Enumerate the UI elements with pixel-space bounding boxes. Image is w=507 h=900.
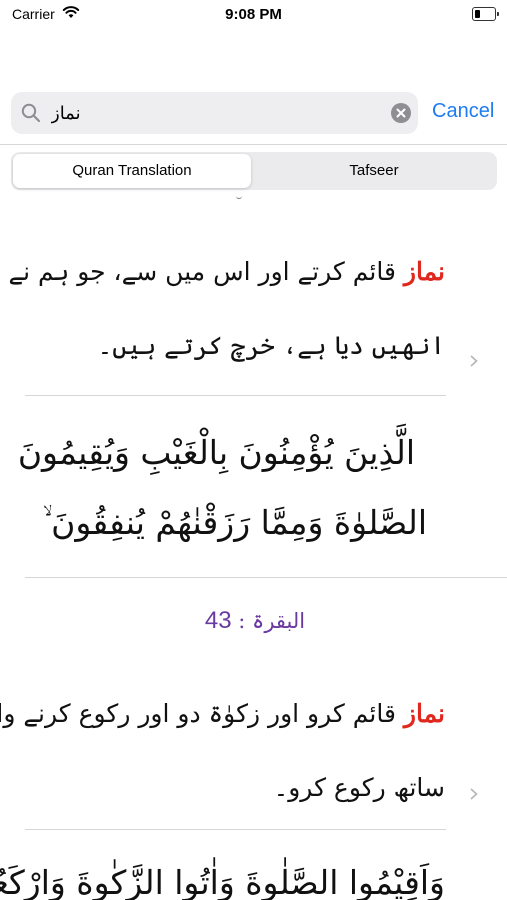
search-input[interactable] (51, 98, 381, 128)
tab-quran-translation[interactable]: Quran Translation (13, 154, 251, 188)
results-list[interactable]: نماز قائم کرتے اور اس میں سے، جو ہم نے ا… (0, 195, 507, 900)
search-divider (0, 144, 507, 145)
search-icon (21, 103, 41, 123)
battery-icon (472, 7, 499, 21)
search-keyword: نماز (403, 699, 445, 728)
arabic-verse-line: الَّذِينَ يُؤْمِنُونَ بِالْغَيْبِ وَيُقِ… (17, 433, 415, 472)
translation-line: نماز قائم کرتے اور اس میں سے، جو ہم نے (8, 257, 445, 286)
tab-tafseer[interactable]: Tafseer (253, 154, 495, 188)
cancel-button[interactable]: Cancel (432, 100, 494, 123)
verse-reference: البقرۃ : 43 (204, 607, 306, 634)
chevron-right-icon[interactable] (470, 788, 478, 800)
chevron-right-icon[interactable] (470, 355, 478, 367)
battery-level (475, 10, 480, 18)
search-field[interactable] (11, 92, 418, 134)
translation-line: نماز قائم کرو اور زکوٰۃ دو اور رکوع کرنے… (0, 699, 445, 728)
status-bar: Carrier 9:08 PM (0, 0, 507, 30)
row-divider (25, 829, 446, 830)
segmented-control: Quran Translation Tafseer (11, 152, 497, 190)
row-divider (25, 577, 507, 578)
row-divider (25, 395, 446, 396)
arabic-verse-line: وَاَقِيْمُوا الصَّلٰوةَ وَاٰتُوا الزَّكٰ… (0, 863, 445, 900)
clear-icon (396, 108, 406, 118)
translation-line: انھیں دیا ہے، خرچ کرتے ہیں۔ (97, 331, 445, 360)
arabic-verse-line: الصَّلوٰةَ وَمِمَّا رَزَقْنٰهُمْ يُنفِقُ… (42, 503, 427, 542)
clear-search-button[interactable] (391, 103, 411, 123)
search-keyword: نماز (403, 257, 445, 286)
translation-line: ساتھ رکوع کرو۔ (273, 773, 445, 802)
scroll-mark (236, 195, 242, 199)
status-time: 9:08 PM (225, 6, 282, 23)
